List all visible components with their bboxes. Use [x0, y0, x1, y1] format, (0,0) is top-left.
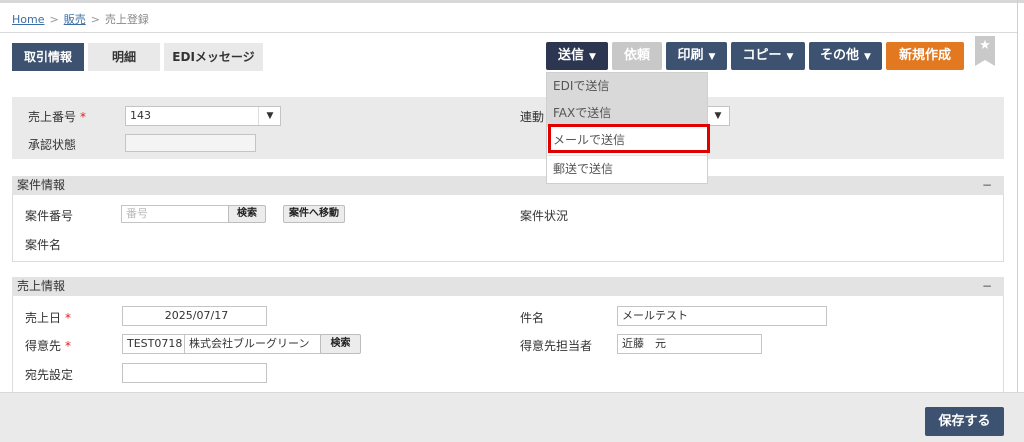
other-label: その他	[820, 48, 860, 63]
customer-label: 得意先 *	[25, 337, 71, 354]
customer-search-button[interactable]: 検索	[320, 334, 361, 354]
approval-status-field	[125, 134, 256, 152]
link-select[interactable]: ▼	[706, 106, 730, 126]
sales-section-header[interactable]: 売上情報 −	[12, 277, 1004, 296]
chevron-down-icon: ▼	[258, 107, 281, 125]
customer-name-input[interactable]: 株式会社ブルーグリーン	[184, 334, 321, 354]
sales-number-label: 売上番号 *	[28, 108, 86, 125]
breadcrumb-sales-link[interactable]: 販売	[64, 13, 86, 26]
required-mark: *	[65, 311, 72, 325]
top-border	[0, 0, 1024, 3]
sales-date-label: 売上日 *	[25, 309, 71, 326]
breadcrumb-separator: >	[49, 13, 59, 26]
sales-date-input[interactable]: 2025/07/17	[122, 306, 267, 326]
sales-section-title: 売上情報	[17, 279, 66, 293]
project-name-label: 案件名	[25, 238, 62, 252]
save-button[interactable]: 保存する	[925, 407, 1004, 436]
breadcrumb-separator: >	[90, 13, 100, 26]
project-status-label: 案件状況	[520, 209, 569, 223]
customer-code-input[interactable]: TEST0718	[122, 334, 185, 354]
sales-date-label-text: 売上日	[25, 311, 62, 325]
sales-number-select[interactable]: 143 ▼	[125, 106, 281, 126]
copy-label: コピー	[742, 48, 782, 63]
sales-number-value: 143	[130, 109, 151, 122]
required-mark: *	[65, 339, 72, 353]
link-label: 連動	[520, 110, 545, 124]
breadcrumb-current: 売上登録	[104, 13, 149, 26]
project-section-header[interactable]: 案件情報 −	[12, 176, 1004, 195]
print-button[interactable]: 印刷 ▼	[666, 42, 727, 70]
send-menu-item-fax[interactable]: FAXで送信	[547, 100, 707, 127]
breadcrumb: Home > 販売 > 売上登録	[12, 11, 149, 27]
send-button[interactable]: 送信 ▼	[546, 42, 608, 70]
chevron-down-icon: ▼	[786, 52, 794, 62]
customer-contact-input[interactable]: 近藤 元	[617, 334, 762, 354]
project-search-button[interactable]: 検索	[228, 205, 266, 223]
copy-button[interactable]: コピー ▼	[731, 42, 805, 70]
chevron-down-icon: ▼	[864, 52, 871, 62]
approval-status-label: 承認状態	[28, 138, 77, 152]
new-button[interactable]: 新規作成	[886, 42, 964, 70]
sales-number-label-text: 売上番号	[28, 110, 77, 124]
chevron-down-icon: ▼	[589, 52, 596, 62]
other-button[interactable]: その他 ▼	[809, 42, 882, 70]
required-mark: *	[80, 110, 87, 124]
subject-label: 件名	[520, 311, 545, 325]
breadcrumb-divider	[0, 32, 1017, 33]
send-menu-item-edi[interactable]: EDIで送信	[547, 73, 707, 100]
chevron-down-icon: ▼	[714, 111, 722, 121]
print-label: 印刷	[677, 48, 704, 63]
chevron-down-icon: ▼	[708, 52, 716, 62]
collapse-icon[interactable]: −	[982, 277, 992, 296]
request-button[interactable]: 依頼	[612, 42, 662, 70]
destination-setting-input[interactable]	[122, 363, 267, 383]
subject-input[interactable]: メールテスト	[617, 306, 827, 326]
tab-transaction-info[interactable]: 取引情報	[12, 43, 84, 71]
scrollbar-track[interactable]	[1017, 0, 1018, 441]
project-number-label: 案件番号	[25, 209, 74, 223]
tab-details[interactable]: 明細	[88, 43, 160, 71]
tab-edi-message[interactable]: EDIメッセージ	[164, 43, 263, 71]
send-label: 送信	[558, 48, 585, 63]
customer-contact-label: 得意先担当者	[520, 339, 593, 353]
star-icon[interactable]: ★	[975, 36, 995, 66]
footer-bar	[0, 392, 1024, 442]
collapse-icon[interactable]: −	[982, 176, 992, 195]
send-menu-item-post[interactable]: 郵送で送信	[547, 156, 707, 183]
destination-setting-label: 宛先設定	[25, 368, 74, 382]
highlight-box	[548, 124, 710, 153]
customer-label-text: 得意先	[25, 339, 62, 353]
project-number-input[interactable]: 番号	[121, 205, 229, 223]
go-to-project-button[interactable]: 案件へ移動	[283, 205, 345, 223]
breadcrumb-home-link[interactable]: Home	[12, 13, 44, 26]
project-section-title: 案件情報	[17, 178, 66, 192]
